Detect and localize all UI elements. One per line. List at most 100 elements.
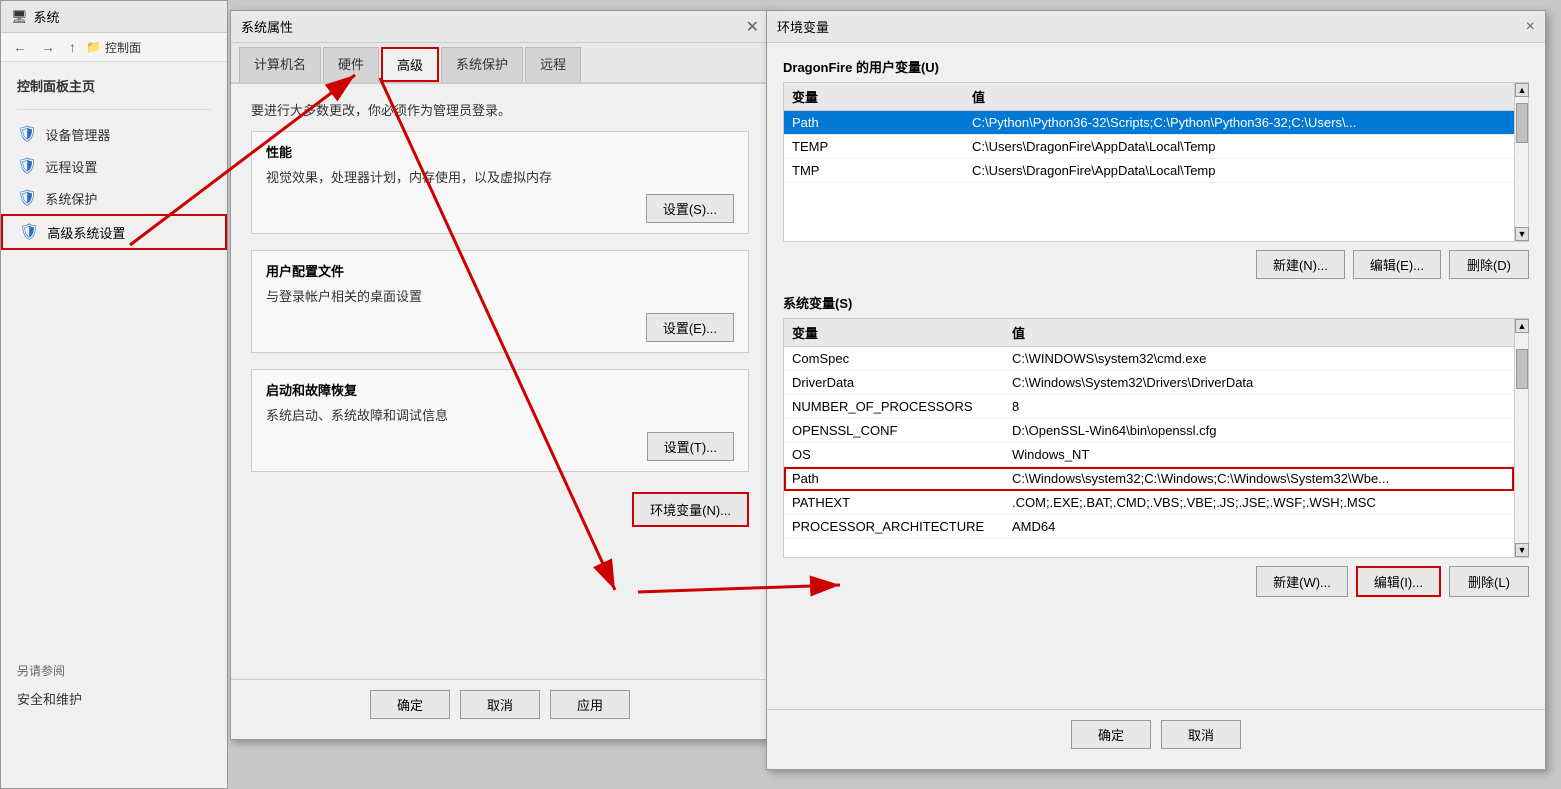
sys-var-row-num-processors[interactable]: NUMBER_OF_PROCESSORS 8: [784, 395, 1514, 419]
startup-recovery-title: 启动和故障恢复: [266, 380, 734, 399]
sys-props-cancel-button[interactable]: 取消: [460, 690, 540, 719]
user-edit-button[interactable]: 编辑(E)...: [1353, 250, 1441, 279]
sys-props-ok-button[interactable]: 确定: [370, 690, 450, 719]
user-vars-table: 变量 值 Path C:\Python\Python36-32\Scripts;…: [784, 83, 1514, 183]
startup-recovery-desc: 系统启动、系统故障和调试信息: [266, 405, 734, 424]
env-vars-button[interactable]: 环境变量(N)...: [632, 492, 749, 527]
sys-var-pathext-name: PATHEXT: [784, 491, 1004, 515]
sys-delete-button[interactable]: 删除(L): [1449, 566, 1529, 597]
sidebar-item-system-protection[interactable]: 🛡 系统保护: [1, 182, 227, 214]
tab-system-protection[interactable]: 系统保护: [441, 47, 523, 82]
sys-props-apply-button[interactable]: 应用: [550, 690, 630, 719]
tab-remote[interactable]: 远程: [525, 47, 581, 82]
sys-var-pathext-val: .COM;.EXE;.BAT;.CMD;.VBS;.VBE;.JS;.JSE;.…: [1004, 491, 1514, 515]
performance-section: 性能 视觉效果，处理器计划，内存使用，以及虚拟内存 设置(S)...: [251, 131, 749, 234]
sys-var-proc-arch-val: AMD64: [1004, 515, 1514, 539]
sys-props-titlebar: 系统属性 ✕: [231, 11, 769, 43]
sys-var-row-openssl[interactable]: OPENSSL_CONF D:\OpenSSL-Win64\bin\openss…: [784, 419, 1514, 443]
tab-computer-name[interactable]: 计算机名: [239, 47, 321, 82]
sys-var-row-proc-arch[interactable]: PROCESSOR_ARCHITECTURE AMD64: [784, 515, 1514, 539]
user-vars-table-inner: 变量 值 Path C:\Python\Python36-32\Scripts;…: [784, 83, 1514, 241]
shield-icon-4: 🛡: [19, 222, 39, 242]
performance-title: 性能: [266, 142, 734, 161]
sys-var-row-driverdata[interactable]: DriverData C:\Windows\System32\Drivers\D…: [784, 371, 1514, 395]
sidebar-item-remote-settings[interactable]: 🛡 远程设置: [1, 150, 227, 182]
sidebar-item-security[interactable]: 安全和维护: [1, 683, 227, 714]
user-var-row-temp[interactable]: TEMP C:\Users\DragonFire\AppData\Local\T…: [784, 135, 1514, 159]
sys-edit-button[interactable]: 编辑(I)...: [1356, 566, 1441, 597]
sys-var-openssl-val: D:\OpenSSL-Win64\bin\openssl.cfg: [1004, 419, 1514, 443]
sidebar-label-remote-settings: 远程设置: [45, 157, 97, 176]
scrollbar-down-arrow[interactable]: ▼: [1515, 227, 1529, 241]
navigation-bar: ← → ↑ 📁 控制面: [1, 33, 227, 62]
user-vars-table-container: 变量 值 Path C:\Python\Python36-32\Scripts;…: [783, 82, 1529, 242]
sys-var-num-processors-val: 8: [1004, 395, 1514, 419]
sys-var-row-pathext[interactable]: PATHEXT .COM;.EXE;.BAT;.CMD;.VBS;.VBE;.J…: [784, 491, 1514, 515]
system-vars-table: 变量 值 ComSpec C:\WINDOWS\system32\cmd.exe…: [784, 319, 1514, 539]
system-icon: 🖥: [11, 9, 28, 25]
divider: [17, 109, 211, 110]
user-var-tmp-val: C:\Users\DragonFire\AppData\Local\Temp: [964, 159, 1514, 183]
sys-var-col-header: 变量: [784, 319, 1004, 347]
scrollbar-thumb[interactable]: [1516, 103, 1528, 143]
sys-var-proc-arch-name: PROCESSOR_ARCHITECTURE: [784, 515, 1004, 539]
performance-settings-button[interactable]: 设置(S)...: [646, 194, 734, 223]
system-vars-scrollbar[interactable]: ▲ ▼: [1514, 319, 1528, 557]
env-vars-footer: 确定 取消: [767, 709, 1545, 759]
sys-var-openssl-name: OPENSSL_CONF: [784, 419, 1004, 443]
forward-button[interactable]: →: [37, 37, 59, 57]
user-delete-button[interactable]: 删除(D): [1449, 250, 1529, 279]
sidebar-label-security: 安全和维护: [17, 689, 82, 708]
sys-var-row-comspec[interactable]: ComSpec C:\WINDOWS\system32\cmd.exe: [784, 347, 1514, 371]
system-properties-dialog: 系统属性 ✕ 计算机名 硬件 高级 系统保护 远程 要进行大多数更改，你必须作为…: [230, 10, 770, 740]
sidebar-label-advanced-settings: 高级系统设置: [47, 223, 125, 242]
tab-advanced[interactable]: 高级: [381, 47, 439, 82]
up-button[interactable]: ↑: [65, 37, 80, 57]
startup-recovery-section: 启动和故障恢复 系统启动、系统故障和调试信息 设置(T)...: [251, 369, 749, 472]
sidebar: 控制面板主页 🛡 设备管理器 🛡 远程设置 🛡 系统保护 🛡 高级系统设置 另请…: [1, 62, 227, 722]
startup-recovery-settings-button[interactable]: 设置(T)...: [647, 432, 734, 461]
user-var-path-val: C:\Python\Python36-32\Scripts;C:\Python\…: [964, 111, 1514, 135]
sys-var-num-processors-name: NUMBER_OF_PROCESSORS: [784, 395, 1004, 419]
user-vars-buttons: 新建(N)... 编辑(E)... 删除(D): [783, 250, 1529, 279]
sidebar-item-device-manager[interactable]: 🛡 设备管理器: [1, 118, 227, 150]
back-button[interactable]: ←: [9, 37, 31, 57]
scrollbar-up-arrow[interactable]: ▲: [1515, 83, 1529, 97]
env-vars-close-button[interactable]: ×: [1526, 18, 1535, 36]
sys-scrollbar-down-arrow[interactable]: ▼: [1515, 543, 1529, 557]
user-var-tmp-name: TMP: [784, 159, 964, 183]
sidebar-item-advanced-settings[interactable]: 🛡 高级系统设置: [1, 214, 227, 250]
user-var-temp-val: C:\Users\DragonFire\AppData\Local\Temp: [964, 135, 1514, 159]
shield-icon-3: 🛡: [17, 188, 37, 208]
user-var-path-name: Path: [784, 111, 964, 135]
sys-var-path-val: C:\Windows\system32;C:\Windows;C:\Window…: [1004, 467, 1514, 491]
shield-icon-2: 🛡: [17, 156, 37, 176]
env-vars-title: 环境变量: [777, 17, 829, 36]
sys-scrollbar-up-arrow[interactable]: ▲: [1515, 319, 1529, 333]
system-vars-title: 系统变量(S): [783, 293, 1529, 312]
sys-scrollbar-thumb[interactable]: [1516, 349, 1528, 389]
system-titlebar: 🖥 系统: [1, 1, 227, 33]
sys-new-button[interactable]: 新建(W)...: [1256, 566, 1348, 597]
sys-var-row-os[interactable]: OS Windows_NT: [784, 443, 1514, 467]
sidebar-label-device-manager: 设备管理器: [45, 125, 110, 144]
sys-var-driverdata-val: C:\Windows\System32\Drivers\DriverData: [1004, 371, 1514, 395]
user-var-row-tmp[interactable]: TMP C:\Users\DragonFire\AppData\Local\Te…: [784, 159, 1514, 183]
user-vars-title: DragonFire 的用户变量(U): [783, 57, 1529, 76]
sys-var-row-path[interactable]: Path C:\Windows\system32;C:\Windows;C:\W…: [784, 467, 1514, 491]
env-ok-button[interactable]: 确定: [1071, 720, 1151, 749]
user-var-row-path[interactable]: Path C:\Python\Python36-32\Scripts;C:\Py…: [784, 111, 1514, 135]
system-title: 系统: [34, 7, 60, 26]
breadcrumb: 📁 控制面: [86, 39, 219, 56]
tab-hardware[interactable]: 硬件: [323, 47, 379, 82]
sys-props-close-button[interactable]: ✕: [746, 17, 759, 37]
env-vars-titlebar: 环境变量 ×: [767, 11, 1545, 43]
sys-val-col-header: 值: [1004, 319, 1514, 347]
admin-note: 要进行大多数更改，你必须作为管理员登录。: [251, 100, 749, 119]
user-vars-scrollbar[interactable]: ▲ ▼: [1514, 83, 1528, 241]
user-new-button[interactable]: 新建(N)...: [1256, 250, 1345, 279]
user-profiles-settings-button[interactable]: 设置(E)...: [646, 313, 734, 342]
sys-props-footer: 确定 取消 应用: [231, 679, 769, 729]
user-var-col-header: 变量: [784, 83, 964, 111]
env-cancel-button[interactable]: 取消: [1161, 720, 1241, 749]
